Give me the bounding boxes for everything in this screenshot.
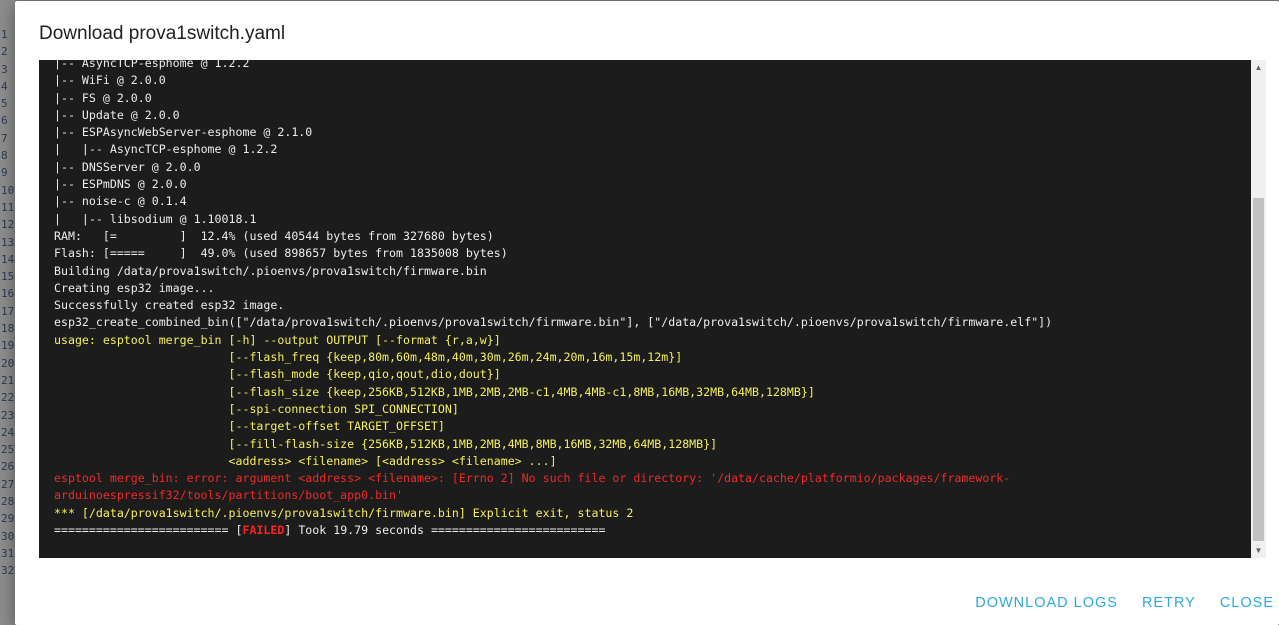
line-number: 16 — [1, 287, 15, 301]
log-line: <address> <filename> [<address> <filenam… — [54, 453, 557, 468]
line-number: 10 — [1, 183, 15, 197]
log-line: esptool merge_bin: error: argument <addr… — [54, 471, 1011, 486]
log-line: |-- FS @ 2.0.0 — [54, 90, 152, 105]
line-number: 19 — [1, 339, 15, 353]
download-dialog: Download prova1switch.yaml |-- AsyncTCP-… — [15, 1, 1279, 625]
log-line: [--flash_freq {keep,80m,60m,48m,40m,30m,… — [54, 350, 683, 365]
line-number: 21 — [1, 373, 15, 387]
background-editor-line-numbers: 1 2 3 4 5 6 7 8 9 10 11 12 13 14 15 16 17 18 19 20 21 22 23 24 2… — [0, 0, 15, 625]
line-number: 11 — [1, 200, 15, 214]
line-number: 13 — [1, 235, 15, 249]
log-line: Successfully created esp32 image. — [54, 298, 285, 313]
log-summary-line: ========================= [FAILED] Took … — [54, 522, 1052, 539]
line-number: 8 — [1, 149, 8, 163]
log-output: |-- AsyncTCP-esphome @ 1.2.2 |-- WiFi @ 2… — [39, 60, 1251, 558]
line-number: 26 — [1, 460, 15, 474]
log-line: Building /data/prova1switch/.pioenvs/pro… — [54, 263, 487, 278]
line-number: 30 — [1, 529, 15, 543]
log-scrollbar[interactable]: ▲ ▼ — [1251, 60, 1266, 558]
log-line: Flash: [===== ] 49.0% (used 898657 bytes… — [54, 246, 508, 261]
summary-prefix: ========================= [ — [54, 523, 243, 538]
log-line: |-- ESPAsyncWebServer-esphome @ 2.1.0 — [54, 125, 313, 140]
line-number: 4 — [1, 79, 8, 93]
log-line: [--spi-connection SPI_CONNECTION] — [54, 401, 459, 416]
log-line: usage: esptool merge_bin [-h] --output O… — [54, 332, 501, 347]
log-line: arduinoespressif32/tools/partitions/boot… — [54, 488, 404, 503]
close-button[interactable]: CLOSE — [1220, 595, 1274, 611]
line-number: 25 — [1, 443, 15, 457]
log-line: [--fill-flash-size {256KB,512KB,1MB,2MB,… — [54, 436, 718, 451]
line-number: 3 — [1, 62, 8, 76]
log-lines: |-- AsyncTCP-esphome @ 1.2.2 |-- WiFi @ 2… — [54, 60, 1052, 539]
line-number: 28 — [1, 495, 15, 509]
line-number: 18 — [1, 322, 15, 336]
line-number: 27 — [1, 477, 15, 491]
line-number: 31 — [1, 546, 15, 560]
log-line: *** [/data/prova1switch/.pioenvs/prova1s… — [54, 505, 634, 520]
log-line: | |-- AsyncTCP-esphome @ 1.2.2 — [54, 142, 278, 157]
log-line: |-- DNSServer @ 2.0.0 — [54, 159, 201, 174]
dialog-actions: DOWNLOAD LOGS RETRY CLOSE — [975, 595, 1274, 611]
log-line: |-- WiFi @ 2.0.0 — [54, 73, 166, 88]
log-line: [--flash_size {keep,256KB,512KB,1MB,2MB,… — [54, 384, 815, 399]
log-line: RAM: [= ] 12.4% (used 40544 bytes from 3… — [54, 228, 494, 243]
scrollbar-thumb[interactable] — [1253, 198, 1264, 541]
line-number: 2 — [1, 45, 8, 59]
log-line: [--flash_mode {keep,qio,qout,dio,dout}] — [54, 367, 501, 382]
line-number: 12 — [1, 218, 15, 232]
log-line: |-- Update @ 2.0.0 — [54, 107, 180, 122]
log-line: | |-- libsodium @ 1.10018.1 — [54, 211, 257, 226]
log-line: esp32_create_combined_bin(["/data/prova1… — [54, 315, 1053, 330]
log-line: |-- ESPmDNS @ 2.0.0 — [54, 177, 187, 192]
line-number: 24 — [1, 425, 15, 439]
line-number: 29 — [1, 512, 15, 526]
log-line: |-- AsyncTCP-esphome @ 1.2.2 — [54, 60, 250, 70]
line-number: 17 — [1, 304, 15, 318]
line-number: 1 — [1, 28, 8, 41]
line-number: 32 — [1, 564, 15, 578]
line-number: 23 — [1, 408, 15, 422]
line-number: 6 — [1, 114, 8, 128]
download-logs-button[interactable]: DOWNLOAD LOGS — [975, 595, 1118, 611]
line-number: 7 — [1, 131, 8, 145]
summary-suffix: ] Took 19.79 seconds ===================… — [284, 523, 606, 538]
log-line: |-- noise-c @ 0.1.4 — [54, 194, 187, 209]
dialog-title: Download prova1switch.yaml — [39, 23, 286, 44]
line-number: 14 — [1, 252, 15, 266]
line-number: 22 — [1, 391, 15, 405]
scroll-down-arrow-icon[interactable]: ▼ — [1251, 543, 1266, 558]
scroll-up-arrow-icon[interactable]: ▲ — [1251, 60, 1266, 75]
line-number: 20 — [1, 356, 15, 370]
summary-status: FAILED — [242, 523, 285, 538]
log-line: Creating esp32 image... — [54, 280, 215, 295]
log-line: [--target-offset TARGET_OFFSET] — [54, 419, 445, 434]
line-number: 15 — [1, 270, 15, 284]
line-number: 5 — [1, 97, 8, 111]
retry-button[interactable]: RETRY — [1142, 595, 1196, 611]
line-number: 9 — [1, 166, 8, 180]
